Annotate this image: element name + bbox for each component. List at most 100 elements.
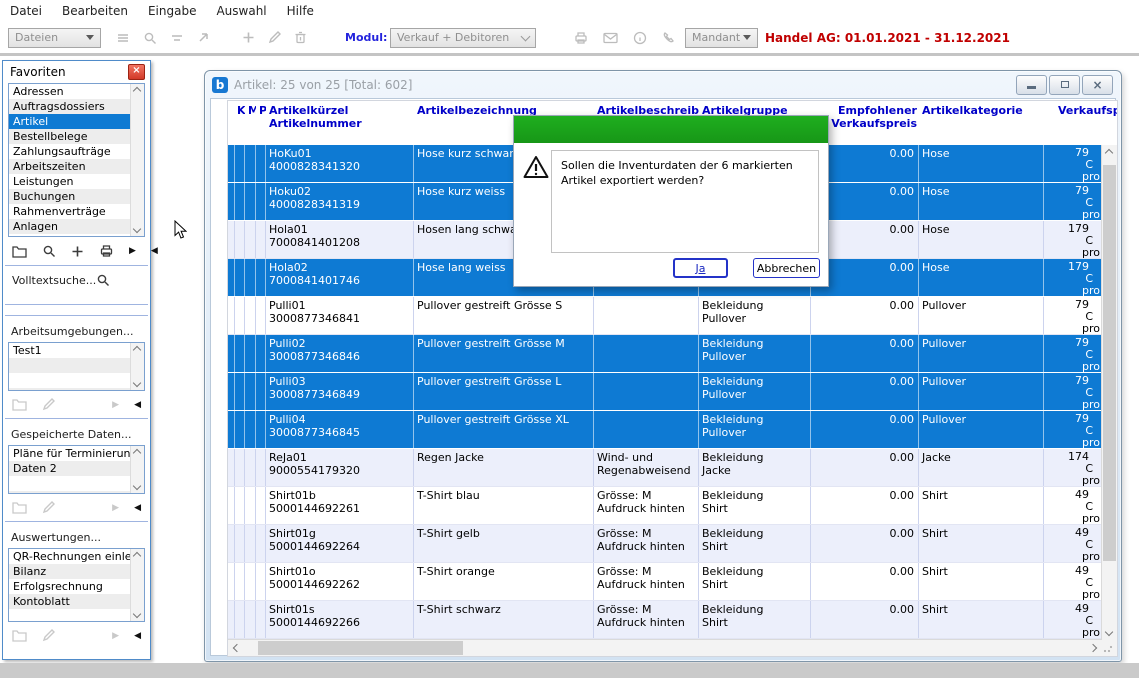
info-icon[interactable]: [633, 31, 647, 45]
open-arrow-icon[interactable]: [197, 31, 210, 44]
scroll-up-icon[interactable]: [133, 87, 141, 95]
scroll-up-icon[interactable]: [1105, 149, 1113, 157]
header-verkaufspreis: Verkaufspreis: [1044, 101, 1117, 144]
table-row[interactable]: Pulli02 3000877346846Pullover gestreift …: [228, 335, 1102, 373]
mandant-combo[interactable]: Mandant: [685, 28, 758, 48]
table-row[interactable]: Shirt01g 5000144692264T-Shirt gelbGrösse…: [228, 525, 1102, 563]
scroll-down-icon[interactable]: [1105, 628, 1113, 636]
edit-icon[interactable]: [268, 31, 281, 44]
print-icon[interactable]: [99, 244, 114, 258]
favorites-scrollbar[interactable]: [130, 84, 144, 236]
list-item[interactable]: Arbeitszeiten: [9, 159, 131, 174]
next-icon[interactable]: ▶: [129, 246, 136, 256]
list-item[interactable]: Buchungen: [9, 189, 131, 204]
table-row[interactable]: Pulli04 3000877346845Pullover gestreift …: [228, 411, 1102, 449]
list-item[interactable]: Rahmenverträge: [9, 204, 131, 219]
vertical-scrollbar[interactable]: [1101, 145, 1117, 640]
fulltext-search-label[interactable]: Volltextsuche...: [12, 274, 96, 287]
list-item[interactable]: Test1: [9, 343, 131, 358]
scroll-up-icon[interactable]: [133, 449, 141, 457]
close-button[interactable]: ×: [1082, 75, 1113, 95]
dialog-titlebar[interactable]: [514, 116, 828, 143]
cell-k: [234, 259, 245, 296]
next-icon[interactable]: ▶: [112, 400, 119, 410]
horizontal-scrollbar[interactable]: [228, 639, 1102, 656]
folder-icon[interactable]: [12, 245, 27, 258]
mail-icon[interactable]: [603, 32, 618, 44]
scroll-down-icon[interactable]: [133, 225, 141, 233]
edit-icon[interactable]: [42, 398, 55, 411]
phone-icon[interactable]: [662, 31, 676, 45]
menu-item-auswahl[interactable]: Auswahl: [216, 4, 266, 18]
list-item[interactable]: Artikel: [9, 114, 131, 129]
workspaces-scrollbar[interactable]: [130, 343, 144, 390]
scroll-down-icon[interactable]: [133, 610, 141, 618]
list-item[interactable]: Auftragsdossiers: [9, 99, 131, 114]
cell-artikelbezeichnung: Pullover gestreift Grösse M: [414, 335, 594, 372]
add-icon[interactable]: [242, 31, 255, 44]
files-combo[interactable]: Dateien: [8, 28, 101, 48]
list-item[interactable]: Anlagen: [9, 219, 131, 234]
list-item[interactable]: Kontoblatt: [9, 594, 131, 609]
search-icon[interactable]: [42, 244, 56, 258]
print-icon[interactable]: [574, 31, 588, 45]
prev-icon[interactable]: ◀: [151, 246, 158, 256]
scrollbar-thumb[interactable]: [258, 641, 463, 655]
filter-icon[interactable]: [170, 31, 184, 45]
next-icon[interactable]: ▶: [112, 631, 119, 641]
list-item[interactable]: Bestellbelege: [9, 129, 131, 144]
delete-icon[interactable]: [294, 31, 307, 44]
cell-artikelkuerzel: Shirt01o 5000144692262: [266, 563, 414, 600]
prev-icon[interactable]: ◀: [134, 400, 141, 410]
scroll-down-icon[interactable]: [133, 379, 141, 387]
scrollbar-thumb[interactable]: [1103, 165, 1116, 561]
search-icon[interactable]: [96, 273, 110, 287]
menu-item-datei[interactable]: Datei: [10, 4, 42, 18]
folder-icon[interactable]: [12, 501, 27, 514]
edit-icon[interactable]: [42, 501, 55, 514]
next-icon[interactable]: ▶: [112, 503, 119, 513]
minimize-button[interactable]: [1016, 75, 1047, 95]
table-row[interactable]: Shirt01s 5000144692266T-Shirt schwarzGrö…: [228, 601, 1102, 639]
yes-button[interactable]: Ja: [673, 258, 728, 278]
edit-icon[interactable]: [42, 629, 55, 642]
reports-scrollbar[interactable]: [130, 549, 144, 621]
scroll-left-icon[interactable]: [233, 644, 241, 652]
scroll-up-icon[interactable]: [133, 552, 141, 560]
list-item[interactable]: QR-Rechnungen einlesen: [9, 549, 131, 564]
list-item[interactable]: Leistungen: [9, 174, 131, 189]
list-item[interactable]: Adressen: [9, 84, 131, 99]
table-row[interactable]: Pulli01 3000877346841Pullover gestreift …: [228, 297, 1102, 335]
table-row[interactable]: Shirt01o 5000144692262T-Shirt orangeGrös…: [228, 563, 1102, 601]
scroll-right-icon[interactable]: [1089, 644, 1097, 652]
table-row[interactable]: ReJa01 9000554179320Regen JackeWind- und…: [228, 449, 1102, 487]
table-row[interactable]: Shirt01b 5000144692261T-Shirt blauGrösse…: [228, 487, 1102, 525]
menu-item-bearbeiten[interactable]: Bearbeiten: [62, 4, 128, 18]
close-icon[interactable]: ×: [128, 64, 145, 80]
add-icon[interactable]: [71, 245, 84, 258]
saved-data-scrollbar[interactable]: [130, 446, 144, 493]
list-item[interactable]: Daten 2: [9, 461, 131, 476]
scroll-down-icon[interactable]: [133, 482, 141, 490]
list-item[interactable]: Pläne für Terminierung: [9, 446, 131, 461]
cancel-button[interactable]: Abbrechen: [753, 258, 820, 278]
prev-icon[interactable]: ◀: [134, 631, 141, 641]
table-row[interactable]: Pulli03 3000877346849Pullover gestreift …: [228, 373, 1102, 411]
folder-icon[interactable]: [12, 398, 27, 411]
list-item[interactable]: Bilanz: [9, 564, 131, 579]
cell-artikelgruppe: Bekleidung Jacke: [699, 449, 811, 486]
prev-icon[interactable]: ◀: [134, 503, 141, 513]
window-titlebar[interactable]: b Artikel: 25 von 25 [Total: 602] ×: [205, 71, 1121, 98]
list-icon[interactable]: [116, 31, 130, 45]
list-item[interactable]: Erfolgsrechnung: [9, 579, 131, 594]
cell-empfohlener-verkaufspreis: 0.00: [811, 297, 919, 334]
list-item[interactable]: Zahlungsaufträge: [9, 144, 131, 159]
menu-item-hilfe[interactable]: Hilfe: [287, 4, 314, 18]
resize-grip-icon[interactable]: [1103, 643, 1113, 653]
search-icon[interactable]: [143, 31, 157, 45]
scroll-up-icon[interactable]: [133, 346, 141, 354]
modul-combo[interactable]: Verkauf + Debitoren: [390, 28, 536, 48]
menu-item-eingabe[interactable]: Eingabe: [148, 4, 197, 18]
restore-button[interactable]: [1049, 75, 1080, 95]
folder-icon[interactable]: [12, 629, 27, 642]
